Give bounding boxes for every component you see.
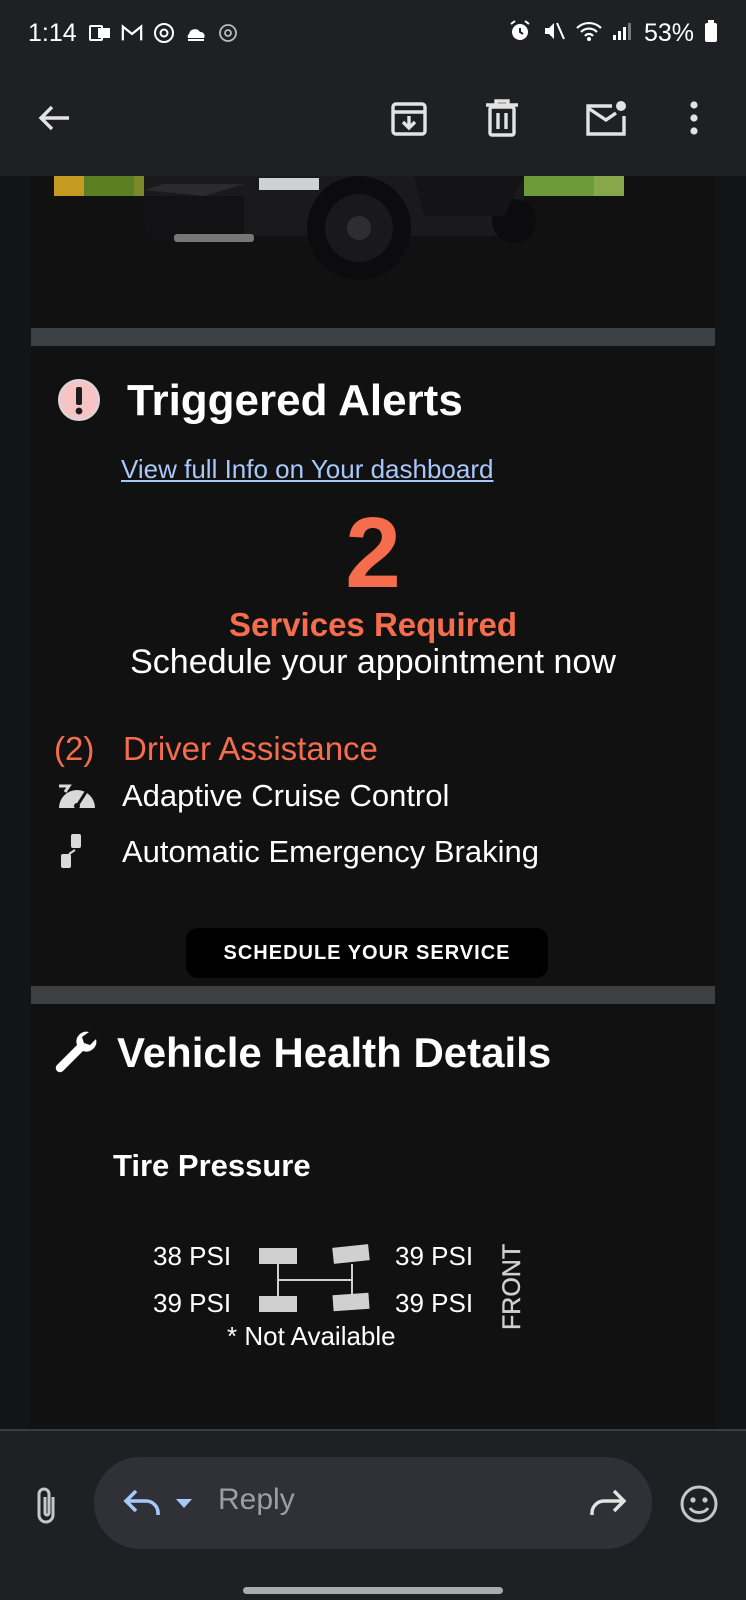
schedule-appointment-text: Schedule your appointment now xyxy=(130,643,616,681)
wrench-icon xyxy=(51,1028,97,1074)
services-required-label: Services Required xyxy=(229,606,517,643)
more-vert-icon xyxy=(690,101,698,135)
back-arrow-icon xyxy=(38,105,69,131)
reply-mode-button[interactable] xyxy=(120,1481,164,1525)
status-time: 1:14 xyxy=(28,18,77,47)
alert-count: 2 xyxy=(345,497,401,609)
schedule-service-button[interactable]: SCHEDULE YOUR SERVICE xyxy=(186,928,548,978)
category-label: Driver Assistance xyxy=(123,730,378,767)
speedometer-icon xyxy=(55,778,99,814)
alert-icon xyxy=(57,378,101,422)
reply-bar: Reply xyxy=(0,1429,746,1600)
psi-front-right: 39 PSI xyxy=(395,1241,474,1271)
gmail-icon xyxy=(121,22,143,44)
front-label-text: FRONT xyxy=(498,1244,526,1330)
alarm-icon xyxy=(508,19,532,48)
more-options-button[interactable] xyxy=(666,90,722,146)
dashboard-link[interactable]: View full Info on Your dashboard xyxy=(121,454,493,485)
email-toolbar xyxy=(0,66,746,176)
mute-icon xyxy=(542,19,566,48)
weather-icon xyxy=(185,22,207,44)
list-item: Automatic Emergency Braking xyxy=(31,830,715,874)
psi-front-left: 38 PSI xyxy=(153,1241,232,1271)
emoji-button[interactable] xyxy=(676,1481,722,1527)
forward-icon xyxy=(590,1489,627,1515)
signal-icon xyxy=(612,21,634,46)
mark-unread-icon xyxy=(586,101,626,136)
reply-input[interactable]: Reply xyxy=(94,1457,652,1549)
psi-rear-left: 39 PSI xyxy=(153,1288,232,1318)
mark-unread-button[interactable] xyxy=(578,90,634,146)
feature-label: Adaptive Cruise Control xyxy=(122,778,450,813)
status-bar: 1:14 53% xyxy=(0,0,746,66)
battery-icon xyxy=(704,19,718,48)
attach-button[interactable] xyxy=(24,1483,68,1527)
front-label: FRONT xyxy=(492,1244,532,1334)
health-title: Vehicle Health Details xyxy=(117,1029,552,1076)
chevron-down-icon[interactable] xyxy=(174,1493,194,1513)
list-item: Adaptive Cruise Control xyxy=(31,774,715,818)
psi-rear-right: 39 PSI xyxy=(395,1288,474,1318)
home-indicator[interactable] xyxy=(243,1587,503,1594)
forward-button[interactable] xyxy=(586,1481,630,1525)
section-divider xyxy=(31,986,715,1004)
vehicle-hero-image xyxy=(54,176,624,336)
reply-placeholder: Reply xyxy=(218,1483,295,1516)
delete-button[interactable] xyxy=(474,90,530,146)
email-content-column: Triggered Alerts View full Info on Your … xyxy=(31,176,715,1429)
back-button[interactable] xyxy=(26,90,82,146)
threads-icon xyxy=(153,22,175,44)
paperclip-icon xyxy=(37,1487,55,1524)
alerts-title: Triggered Alerts xyxy=(127,376,463,425)
email-body[interactable]: Triggered Alerts View full Info on Your … xyxy=(0,176,746,1429)
battery-percent: 53% xyxy=(643,18,694,47)
notification-icons xyxy=(88,22,239,44)
wifi-icon xyxy=(576,20,602,47)
section-divider xyxy=(31,328,715,346)
feature-label: Automatic Emergency Braking xyxy=(122,834,539,869)
emoji-icon xyxy=(680,1485,718,1523)
not-available-note: * Not Available xyxy=(227,1321,396,1351)
threads-small-icon xyxy=(217,22,239,44)
tire-diagram xyxy=(259,1240,371,1324)
system-icons: 53% xyxy=(508,19,718,48)
tire-pressure-title: Tire Pressure xyxy=(113,1148,311,1183)
outlook-icon xyxy=(88,22,111,44)
category-count: (2) xyxy=(54,730,95,767)
collision-icon xyxy=(55,834,99,870)
archive-icon xyxy=(391,102,427,136)
delete-icon xyxy=(486,99,518,137)
archive-button[interactable] xyxy=(381,90,437,146)
reply-icon xyxy=(123,1489,160,1515)
